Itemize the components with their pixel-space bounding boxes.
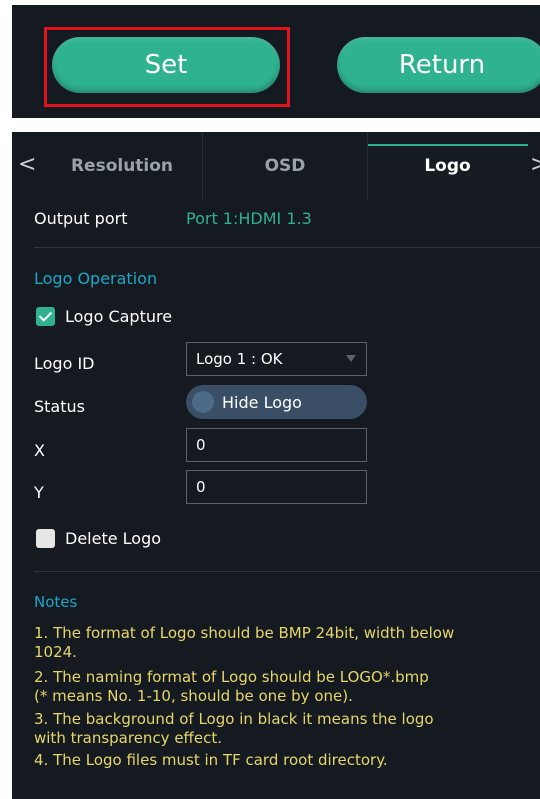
hide-logo-toggle[interactable]: Hide Logo	[186, 385, 367, 419]
active-tab-indicator	[368, 144, 528, 146]
hide-logo-label: Hide Logo	[222, 392, 302, 412]
delete-logo-checkbox[interactable]	[36, 529, 55, 548]
chevron-right-icon[interactable]: >	[530, 152, 540, 177]
x-input[interactable]: 0	[186, 428, 367, 462]
logo-id-label: Logo ID	[34, 354, 95, 373]
delete-logo-label: Delete Logo	[65, 529, 162, 548]
set-button-highlight	[44, 27, 290, 107]
note-line: 1024.	[34, 643, 77, 661]
logo-operation-title: Logo Operation	[34, 269, 158, 288]
output-port-value: Port 1:HDMI 1.3	[186, 209, 312, 228]
divider	[34, 247, 540, 248]
logo-id-value: Logo 1 : OK	[196, 350, 283, 368]
logo-id-select[interactable]: Logo 1 : OK	[186, 342, 367, 376]
output-port-label: Output port	[34, 209, 128, 228]
y-input[interactable]: 0	[186, 470, 367, 504]
note-line: 1. The format of Logo should be BMP 24bi…	[34, 624, 455, 642]
y-label: Y	[34, 483, 44, 502]
return-button[interactable]: Return	[337, 37, 540, 93]
chevron-left-icon[interactable]: <	[18, 152, 36, 177]
logo-settings-panel: < Resolution OSD Logo > Output port Port…	[12, 132, 540, 799]
status-label: Status	[34, 397, 85, 416]
tab-bar: < Resolution OSD Logo >	[12, 132, 540, 200]
note-line: (* means No. 1-10, should be one by one)…	[34, 687, 353, 705]
note-line: 2. The naming format of Logo should be L…	[34, 668, 429, 686]
note-line: 4. The Logo files must in TF card root d…	[34, 751, 388, 769]
button-panel: Set Return	[12, 5, 540, 118]
divider	[34, 571, 540, 572]
tab-logo-label: Logo	[424, 156, 471, 176]
tab-osd[interactable]: OSD	[202, 132, 367, 200]
x-label: X	[34, 441, 45, 460]
logo-capture-label: Logo Capture	[65, 307, 173, 326]
toggle-knob	[192, 391, 214, 413]
tab-logo[interactable]: Logo	[367, 132, 528, 200]
logo-capture-checkbox[interactable]	[36, 307, 55, 326]
tab-resolution[interactable]: Resolution	[42, 132, 202, 200]
note-line: with transparency effect.	[34, 729, 223, 747]
chevron-down-icon	[346, 355, 356, 362]
note-line: 3. The background of Logo in black it me…	[34, 710, 434, 728]
notes-title: Notes	[34, 593, 78, 611]
